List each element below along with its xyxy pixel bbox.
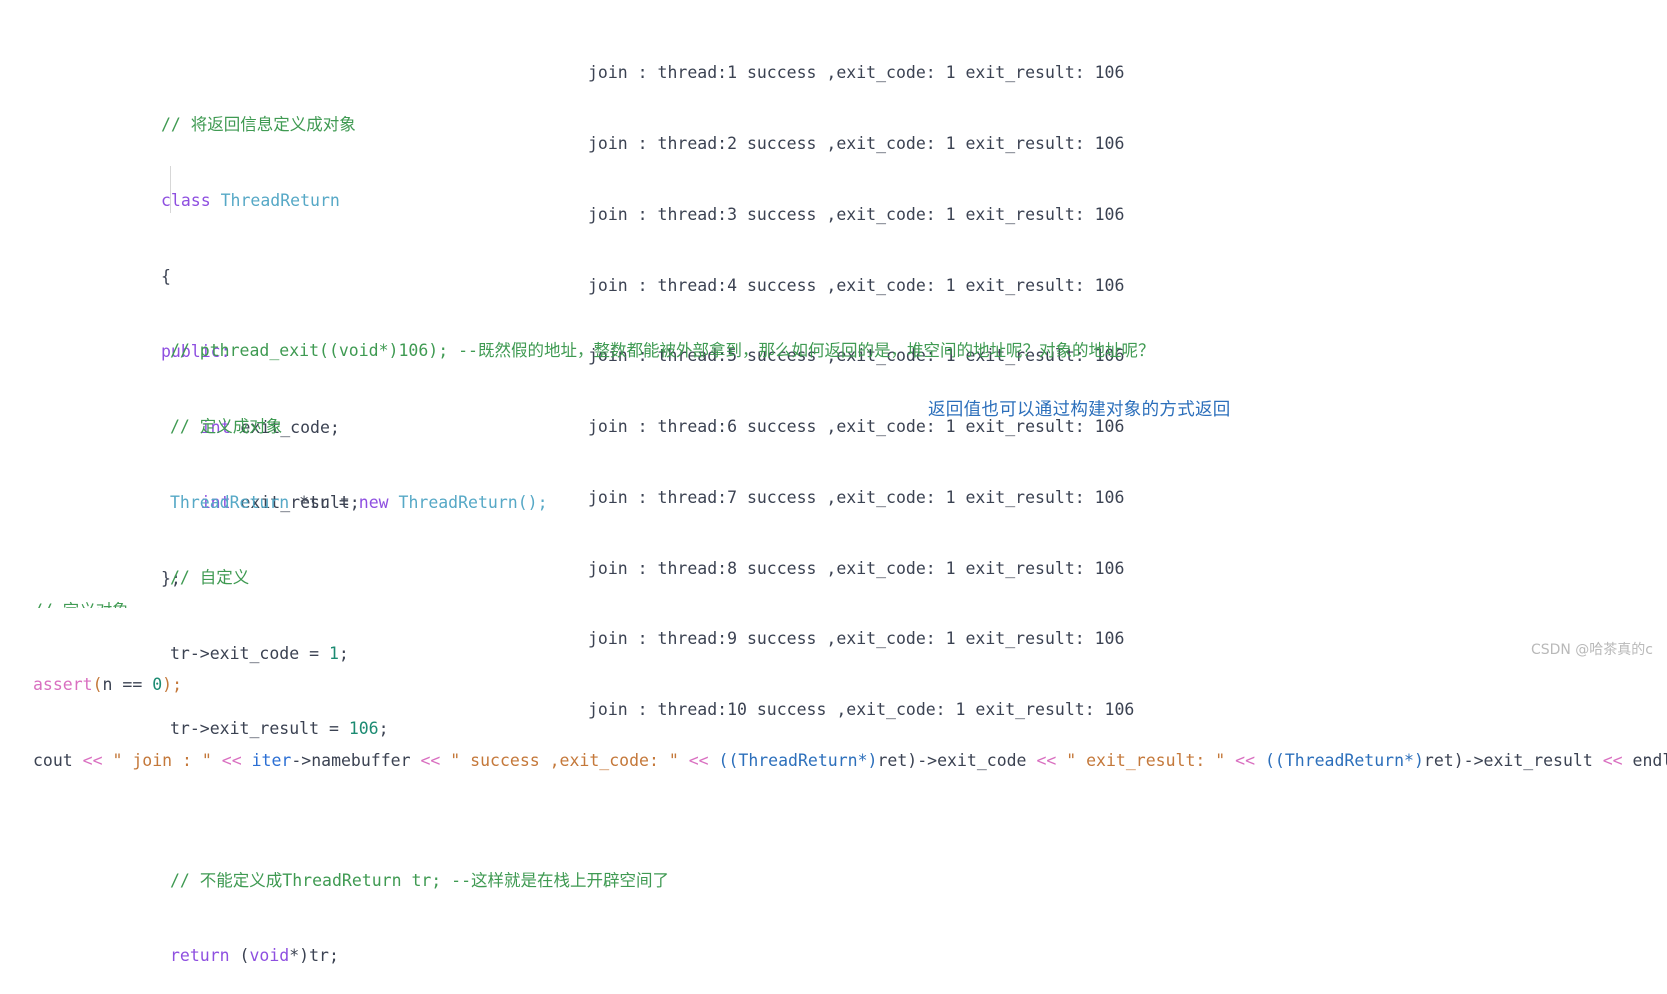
paren-close: ); (162, 675, 183, 694)
operator-insert: << (1602, 750, 1633, 770)
return-value: tr; (309, 946, 339, 966)
string-literal-join: " join : " (112, 750, 212, 770)
keyword-new: new (358, 492, 389, 512)
member-namebuffer: ->namebuffer (291, 750, 421, 770)
operator-eq: == (122, 675, 153, 694)
variable-ret-2: ret) (1423, 750, 1464, 770)
string-literal-success: " success ,exit_code: " (450, 750, 679, 770)
annotation-note: 返回值也可以通过构建对象的方式返回 (928, 400, 1231, 420)
code-line-comment: // 将返回信息定义成对象 (161, 112, 360, 137)
member-exit-code: ->exit_code (917, 750, 1037, 770)
paren-open: ( (92, 675, 103, 694)
code-line-brace-open: { (161, 264, 360, 289)
member-exit-result: ->exit_result (1463, 750, 1603, 770)
number-literal: 0 (152, 675, 163, 694)
stream-cout: cout (33, 750, 83, 770)
pointer-star: * (289, 946, 300, 966)
operator-insert: << (420, 750, 451, 770)
operator-insert: << (82, 750, 113, 770)
stream-endl: endl; (1632, 750, 1667, 770)
cast-threadreturn-1: ((ThreadReturn*) (718, 750, 878, 770)
cast-close: ) (299, 946, 310, 966)
operator-insert: << (1036, 750, 1067, 770)
join-loop-code-block[interactable]: assert(n == 0); cout << " join : " << it… (33, 546, 1667, 798)
comment-text: // pthread_exit((void*)106); --既然假的地址，整数… (170, 341, 1155, 361)
code-line-class: class ThreadReturn (161, 188, 360, 213)
keyword-return: return (170, 946, 230, 966)
variable-ret-1: ret) (877, 750, 918, 770)
pointer-decl: *tr = (289, 492, 359, 512)
indent-guide-line (170, 166, 171, 213)
class-name: ThreadReturn (220, 191, 340, 210)
code-line-assert: assert(n == 0); (33, 672, 1667, 697)
brace-open: { (161, 266, 171, 286)
type-threadreturn: ThreadReturn (170, 492, 290, 512)
string-literal-exit-result: " exit_result: " (1066, 750, 1226, 770)
code-line-comment-pthread-exit: // pthread_exit((void*)106); --既然假的地址，整数… (170, 338, 1154, 363)
code-line-blank-top (33, 596, 1667, 621)
output-line: join : thread:1 success ,exit_code: 1 ex… (588, 63, 1125, 83)
operator-insert: << (1225, 750, 1265, 770)
code-line-cout: cout << " join : " << iter->namebuffer <… (33, 748, 1667, 773)
clipped-comment-text: // 定义对象 (33, 601, 129, 608)
type-void: void (249, 946, 290, 966)
cast-open: ( (229, 946, 250, 966)
constructor-call: ThreadReturn(); (388, 492, 548, 512)
variable-iter: iter (251, 750, 292, 770)
function-assert: assert (33, 675, 93, 694)
output-line: join : thread:2 success ,exit_code: 1 ex… (588, 133, 1125, 153)
output-line: join : thread:3 success ,exit_code: 1 ex… (588, 204, 1125, 224)
keyword-class: class (161, 191, 211, 210)
code-line-return: return (void*)tr; (170, 943, 1154, 968)
code-line-comment-stack-warning: // 不能定义成ThreadReturn tr; --这样就是在栈上开辟空间了 (170, 868, 1154, 893)
operator-insert: << (678, 750, 719, 770)
operator-insert: << (211, 750, 252, 770)
comment-text: // 不能定义成ThreadReturn tr; --这样就是在栈上开辟空间了 (170, 870, 670, 890)
variable-n: n (102, 675, 123, 694)
csdn-watermark: CSDN @哈茶真的c (1530, 642, 1653, 658)
clipped-code-line: // 定义对象 (33, 598, 153, 608)
code-line-alloc: ThreadReturn *tr = new ThreadReturn(); (170, 490, 1154, 515)
cast-threadreturn-2: ((ThreadReturn*) (1264, 750, 1424, 770)
comment-text: // 定义成对象 (170, 417, 283, 436)
comment-text: // 将返回信息定义成对象 (161, 115, 356, 135)
